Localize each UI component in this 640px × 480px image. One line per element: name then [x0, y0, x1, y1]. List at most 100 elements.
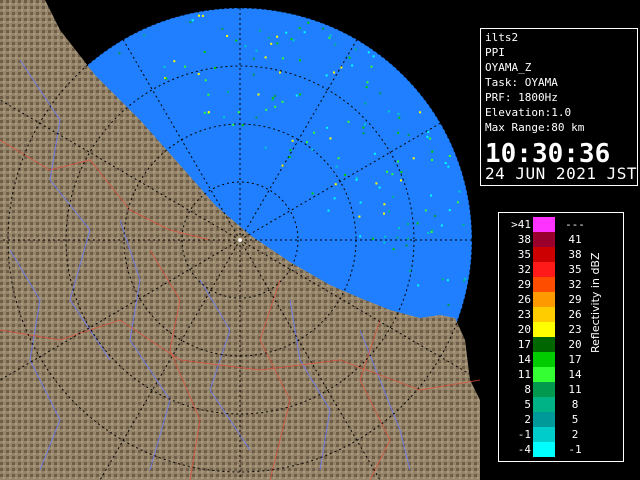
- echo-pixel: [441, 278, 444, 281]
- echo-pixel: [463, 279, 465, 282]
- echo-pixel: [366, 81, 369, 84]
- echo-pixel: [429, 137, 432, 140]
- legend-lower-value: 32: [517, 263, 531, 276]
- legend-lower-value: 5: [524, 398, 531, 411]
- echo-pixel: [462, 223, 465, 226]
- legend-swatch: [533, 217, 555, 232]
- legend-row: 38 41: [499, 232, 599, 247]
- legend-row: -1 2: [499, 427, 599, 442]
- echo-pixel: [327, 209, 330, 212]
- echo-pixel: [431, 229, 434, 232]
- echo-pixel: [281, 164, 284, 167]
- legend-upper-value: 20: [568, 338, 582, 351]
- legend-upper-value: 32: [568, 278, 582, 291]
- echo-pixel: [447, 165, 450, 168]
- echo-pixel: [400, 171, 403, 174]
- echo-pixel: [326, 126, 329, 129]
- echo-pixel: [221, 27, 224, 30]
- legend-lower-value: 35: [517, 248, 531, 261]
- echo-pixel: [407, 134, 410, 136]
- echo-pixel: [291, 139, 294, 142]
- echo-pixel: [448, 155, 451, 157]
- echo-pixel: [456, 201, 459, 204]
- echo-pixel: [396, 236, 399, 239]
- legend-lower-value: 38: [517, 233, 531, 246]
- echo-pixel: [373, 152, 376, 155]
- echo-pixel: [417, 284, 420, 287]
- echo-pixel: [203, 51, 206, 54]
- echo-pixel: [392, 248, 395, 251]
- echo-pixel: [267, 37, 270, 39]
- legend-row: 32 35: [499, 262, 599, 277]
- echo-pixel: [364, 102, 367, 105]
- echo-pixel: [362, 132, 365, 135]
- echo-pixel: [367, 51, 370, 54]
- legend-row: 58: [499, 397, 599, 412]
- echo-pixel: [359, 235, 362, 238]
- echo-pixel: [334, 183, 337, 186]
- legend-row: 23 26: [499, 307, 599, 322]
- echo-pixel: [232, 123, 235, 126]
- echo-pixel: [311, 192, 314, 195]
- echo-pixel: [191, 19, 194, 22]
- legend-swatch: [533, 367, 555, 382]
- legend-row: 17 20: [499, 337, 599, 352]
- legend-lower-value: 17: [517, 338, 531, 351]
- echo-pixel: [379, 92, 382, 95]
- legend-swatch: [533, 277, 555, 292]
- echo-pixel: [371, 237, 374, 240]
- legend-swatch: [533, 307, 555, 322]
- echo-pixel: [446, 279, 449, 282]
- legend-swatch: [533, 397, 555, 412]
- echo-pixel: [372, 55, 375, 58]
- echo-pixel: [405, 244, 408, 247]
- echo-pixel: [412, 157, 415, 160]
- radar-ppi-map[interactable]: [0, 0, 480, 480]
- echo-pixel: [241, 124, 244, 127]
- echo-pixel: [290, 38, 293, 41]
- legend-upper-value: 26: [568, 308, 582, 321]
- echo-pixel: [424, 209, 427, 212]
- echo-pixel: [257, 93, 260, 96]
- legend-upper-value: 23: [568, 323, 582, 336]
- echo-pixel: [295, 94, 298, 97]
- legend-upper-value: 14: [568, 368, 582, 381]
- echo-pixel: [434, 215, 437, 217]
- legend-lower-value: -4: [517, 443, 531, 456]
- echo-pixel: [143, 34, 146, 37]
- echo-pixel: [271, 96, 274, 99]
- legend-title: Reflectivity in dBZ: [589, 252, 602, 353]
- echo-pixel: [201, 14, 204, 17]
- echo-pixel: [400, 179, 402, 182]
- echo-pixel: [392, 195, 395, 198]
- legend-swatch: [533, 427, 555, 442]
- echo-pixel: [226, 35, 229, 37]
- legend-row: 29 32: [499, 277, 599, 292]
- echo-pixel: [351, 64, 354, 67]
- legend-upper-value: -1: [568, 443, 582, 456]
- echo-pixel: [276, 42, 279, 45]
- echo-pixel: [274, 105, 277, 108]
- echo-pixel: [444, 162, 447, 164]
- echo-pixel: [398, 116, 401, 119]
- echo-pixel: [303, 31, 306, 34]
- legend-lower-value: >41: [511, 218, 531, 231]
- echo-pixel: [271, 99, 274, 101]
- legend-row: 20 23: [499, 322, 599, 337]
- echo-pixel: [276, 35, 279, 38]
- legend-upper-value: 2: [571, 428, 579, 441]
- echo-pixel: [235, 39, 238, 42]
- echo-pixel: [306, 141, 308, 144]
- echo-pixel: [255, 116, 258, 119]
- info-max-range: Max Range:80 km: [485, 121, 585, 134]
- echo-pixel: [184, 65, 187, 68]
- echo-pixel: [365, 86, 368, 89]
- echo-pixel: [197, 73, 200, 75]
- echo-pixel: [347, 120, 350, 123]
- echo-pixel: [289, 149, 292, 152]
- scan-date: 24 JUN 2021 JST: [485, 164, 637, 183]
- info-product: OYAMA_Z: [485, 61, 532, 74]
- echo-pixel: [173, 60, 176, 63]
- echo-pixel: [288, 156, 291, 159]
- echo-pixel: [383, 241, 386, 244]
